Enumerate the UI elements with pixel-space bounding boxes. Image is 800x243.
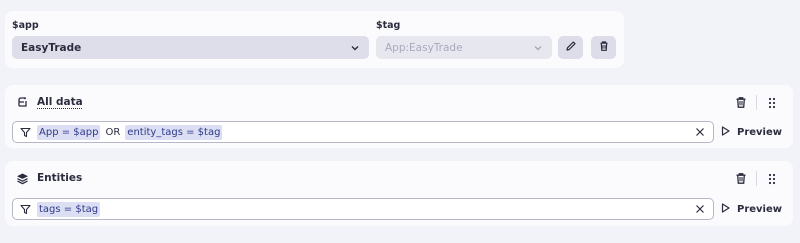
preview-label: Preview [737,204,783,215]
preview-button[interactable]: Preview [721,126,782,139]
filter-operator: OR [105,126,121,138]
app-variable-value: EasyTrade [21,41,82,54]
clear-filter-button[interactable] [694,126,706,138]
toolbar-divider [756,171,757,186]
drag-handle-icon[interactable] [765,172,779,186]
preview-label: Preview [737,127,783,138]
section-entities: Entities tags = $tag Preview [5,161,793,226]
app-variable-label: $app [12,20,39,31]
drag-handle-icon[interactable] [765,96,779,110]
trash-icon [598,40,610,55]
section-toolbar [734,95,779,110]
section-all-data: All data App = $app OR entity_tags = $ta… [5,85,793,148]
delete-variable-button[interactable] [591,36,616,59]
play-icon [721,203,730,216]
app-variable-select[interactable]: EasyTrade [12,36,369,59]
tag-variable-value: App:EasyTrade [385,41,463,54]
filter-input[interactable]: App = $app OR entity_tags = $tag [12,121,714,143]
data-source-icon [15,95,29,109]
section-header: Entities [15,171,82,185]
edit-variable-button[interactable] [558,36,583,59]
section-title[interactable]: All data [37,96,83,108]
section-toolbar [734,171,779,186]
chevron-down-icon [532,42,544,54]
tag-variable-label: $tag [376,20,401,31]
section-title[interactable]: Entities [37,172,82,184]
layers-icon [15,171,29,185]
tag-variable-select[interactable]: App:EasyTrade [376,36,552,59]
filter-token[interactable]: entity_tags = $tag [125,124,223,140]
preview-button[interactable]: Preview [721,203,782,216]
filter-input[interactable]: tags = $tag [12,198,714,220]
toolbar-divider [756,95,757,110]
chevron-down-icon [349,42,361,54]
filter-icon [19,126,32,139]
delete-section-button[interactable] [734,172,748,186]
play-icon [721,126,730,139]
delete-section-button[interactable] [734,96,748,110]
pencil-icon [565,40,577,55]
filter-token[interactable]: App = $app [37,124,101,140]
variables-card: $app $tag EasyTrade App:EasyTrade [5,11,624,68]
section-header: All data [15,95,83,109]
filter-icon [19,203,32,216]
filter-expression: App = $app OR entity_tags = $tag [37,124,694,140]
filter-token[interactable]: tags = $tag [37,201,101,217]
clear-filter-button[interactable] [694,203,706,215]
filter-expression: tags = $tag [37,201,694,217]
